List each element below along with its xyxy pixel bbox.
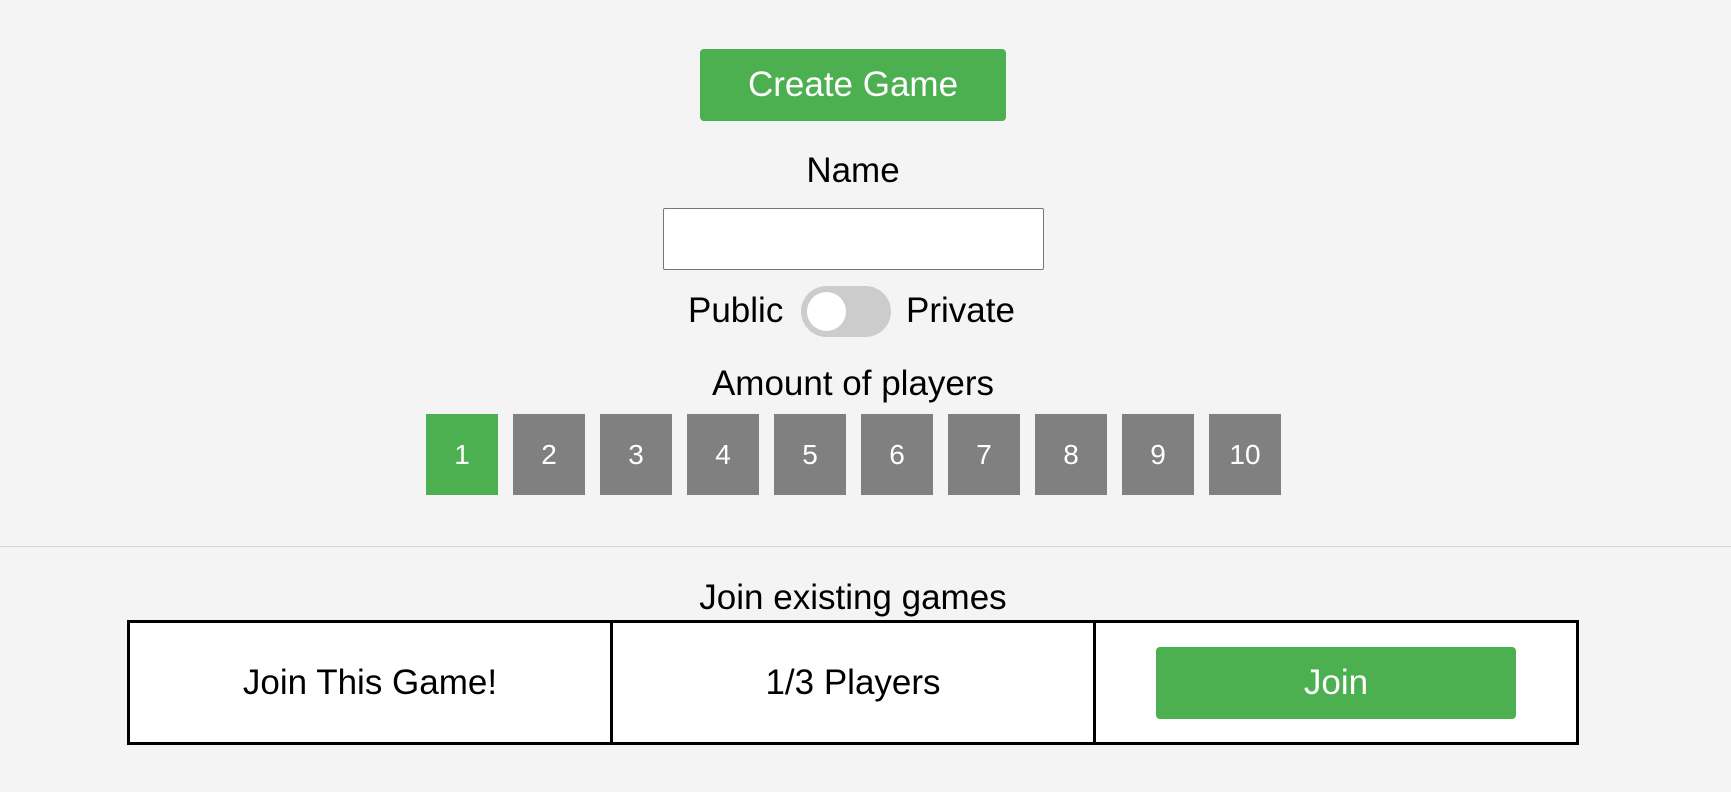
table-row: Join This Game! 1/3 Players Join — [127, 620, 1579, 745]
join-games-heading: Join existing games — [699, 578, 1007, 617]
name-label: Name — [806, 151, 900, 190]
player-option-2[interactable]: 2 — [513, 414, 585, 495]
public-label: Public — [688, 291, 784, 330]
player-option-4[interactable]: 4 — [687, 414, 759, 495]
private-label: Private — [906, 291, 1015, 330]
game-name: Join This Game! — [242, 662, 498, 702]
player-count-options: 1 2 3 4 5 6 7 8 9 10 — [426, 414, 1281, 495]
players-label: Amount of players — [711, 364, 995, 403]
section-divider — [0, 546, 1731, 547]
create-game-button[interactable]: Create Game — [700, 49, 1006, 121]
visibility-toggle[interactable] — [801, 286, 891, 337]
player-option-6[interactable]: 6 — [861, 414, 933, 495]
player-option-8[interactable]: 8 — [1035, 414, 1107, 495]
game-player-count: 1/3 Players — [765, 662, 941, 702]
games-table: Join This Game! 1/3 Players Join — [127, 620, 1579, 745]
player-option-5[interactable]: 5 — [774, 414, 846, 495]
toggle-knob — [807, 292, 846, 331]
player-option-3[interactable]: 3 — [600, 414, 672, 495]
name-input[interactable] — [663, 208, 1044, 270]
join-button[interactable]: Join — [1156, 646, 1516, 719]
game-name-cell: Join This Game! — [127, 620, 613, 745]
player-option-1[interactable]: 1 — [426, 414, 498, 495]
player-option-9[interactable]: 9 — [1122, 414, 1194, 495]
player-option-10[interactable]: 10 — [1209, 414, 1281, 495]
player-option-7[interactable]: 7 — [948, 414, 1020, 495]
game-action-cell: Join — [1093, 620, 1579, 745]
game-players-cell: 1/3 Players — [610, 620, 1096, 745]
